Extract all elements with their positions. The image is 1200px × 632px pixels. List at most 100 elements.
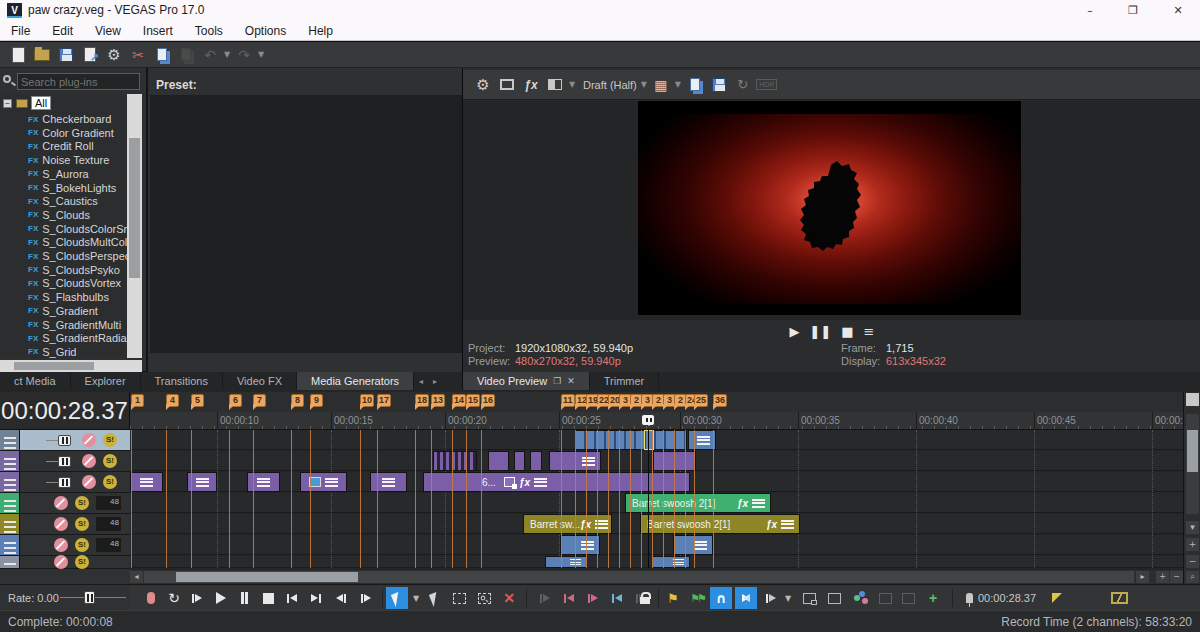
timeline-event[interactable] (688, 430, 716, 450)
timeline-marker-flag[interactable]: 7 (253, 394, 266, 407)
timeline-marker-flag[interactable]: 17 (377, 394, 391, 407)
edit-details-button[interactable] (823, 587, 845, 609)
play-button[interactable] (210, 587, 232, 609)
overlays-button[interactable]: ▦ (649, 73, 673, 97)
ignore-event-grouping-button[interactable] (798, 587, 820, 609)
next-frame-button[interactable] (355, 587, 377, 609)
insert-marker-button[interactable]: ⚑ (662, 587, 684, 609)
plugin-item[interactable]: FXS_Aurora (0, 167, 89, 181)
marker-row[interactable]: 1456789101718131415161112192220323232242… (130, 392, 1183, 412)
playhead-head[interactable] (641, 414, 655, 426)
play-from-start-button[interactable] (186, 587, 208, 609)
plugin-item[interactable]: FXS_CloudsVortex (0, 276, 121, 290)
timeline-event[interactable] (247, 472, 280, 492)
preview-play-button[interactable]: ▶ (790, 324, 800, 339)
close-icon[interactable]: ✕ (567, 376, 575, 386)
tab-scroll-left[interactable]: ◂ (414, 372, 428, 390)
auto-ripple-dropdown[interactable]: ▼ (782, 587, 794, 609)
tab-video-fx[interactable]: Video FX (223, 372, 297, 390)
event-menu-icon[interactable] (581, 540, 594, 551)
overlays-dropdown[interactable]: ▼ (673, 80, 683, 89)
scrollbar-track[interactable] (144, 571, 1134, 583)
solo-icon[interactable]: S! (75, 555, 89, 569)
event-menu-icon[interactable] (196, 477, 209, 488)
timeline-marker-flag[interactable]: 1 (131, 394, 144, 407)
timeline-marker-flag[interactable]: 16 (481, 394, 495, 407)
timeline-marker-flag[interactable]: 8 (291, 394, 304, 407)
plugin-item[interactable]: FXS_Clouds (0, 208, 90, 222)
time-ruler[interactable]: 00:00:1000:00:1500:00:2000:00:2500:00:30… (130, 412, 1183, 430)
timeline-event[interactable] (488, 451, 509, 471)
menu-tools[interactable]: Tools (184, 24, 234, 38)
event-menu-icon[interactable] (257, 477, 270, 488)
mute-icon[interactable] (54, 517, 68, 531)
external-monitor-button[interactable] (495, 73, 519, 97)
timeline-marker-flag[interactable]: 36 (713, 394, 727, 407)
mute-icon[interactable] (54, 555, 68, 569)
timeline-zoom-tool-button[interactable]: ⌕ (1186, 571, 1199, 583)
timeline-event[interactable] (514, 451, 525, 471)
render-as-button[interactable] (78, 44, 102, 66)
mute-icon[interactable] (82, 454, 96, 468)
menu-options[interactable]: Options (234, 24, 297, 38)
pause-button[interactable] (233, 587, 255, 609)
split-trim-start-button[interactable] (558, 587, 580, 609)
new-project-button[interactable] (6, 44, 30, 66)
timeline-marker-flag[interactable]: 15 (466, 394, 480, 407)
mute-icon[interactable] (54, 538, 68, 552)
float-window-icon[interactable]: ❐ (553, 376, 561, 386)
tab-media-generators[interactable]: Media Generators (297, 372, 414, 390)
plugin-item[interactable]: FXS_Grid (0, 345, 76, 358)
copy-snapshot-button[interactable] (683, 73, 707, 97)
go-to-end-button[interactable] (305, 587, 327, 609)
slip-trim-button[interactable] (606, 587, 628, 609)
scrollbar-thumb[interactable] (176, 572, 358, 582)
menu-edit[interactable]: Edit (41, 24, 84, 38)
plugin-tree-horizontal-scrollbar[interactable] (0, 360, 142, 372)
event-menu-icon[interactable] (694, 540, 707, 551)
search-input[interactable] (17, 73, 140, 90)
plugin-tree-vertical-scrollbar[interactable] (127, 94, 142, 358)
event-menu-icon[interactable] (534, 477, 547, 488)
copy-button[interactable] (150, 44, 174, 66)
solo-icon[interactable]: S! (75, 538, 89, 552)
preview-menu-button[interactable]: ≡ (864, 324, 875, 339)
track-header[interactable]: S!48 (0, 535, 130, 556)
menu-insert[interactable]: Insert (132, 24, 184, 38)
project-properties-button[interactable]: ⚙ (102, 44, 126, 66)
open-project-button[interactable] (30, 44, 54, 66)
split-screen-button[interactable] (543, 73, 567, 97)
timeline-corner-button[interactable] (1186, 393, 1199, 406)
timeline-vertical-scrollbar[interactable] (1186, 414, 1199, 514)
event-fx-icon[interactable]: ƒx (766, 519, 777, 530)
track-header[interactable]: S!48 (0, 493, 130, 514)
scrollbar-thumb[interactable] (1187, 430, 1198, 472)
track-grip[interactable] (0, 451, 20, 471)
stop-button[interactable] (257, 587, 279, 609)
plugin-tree-root[interactable]: −All (0, 96, 51, 110)
scrollbar-thumb[interactable] (14, 362, 94, 370)
plugin-item[interactable]: FXColor Gradient (0, 126, 114, 140)
track-grip[interactable] (0, 556, 20, 568)
timeline-horizontal-scrollbar[interactable]: ◂ ▸ + − ⌕ (130, 570, 1183, 584)
delete-button[interactable]: ✕ (498, 587, 520, 609)
preview-pause-button[interactable]: ❚❚ (810, 324, 832, 339)
envelope-indicator[interactable] (1108, 587, 1130, 609)
auto-ripple-button[interactable] (760, 587, 782, 609)
event-menu-icon[interactable] (582, 456, 595, 467)
track-header[interactable]: S! (0, 556, 130, 569)
timeline-marker-flag[interactable]: 5 (191, 394, 204, 407)
timeline-event[interactable] (575, 430, 687, 450)
timeline-event[interactable]: Barret sw...ƒx (523, 514, 612, 534)
plugin-item[interactable]: FXCredit Roll (0, 139, 94, 153)
track-header[interactable]: S! (0, 430, 130, 451)
rate-slider-handle[interactable] (84, 591, 95, 604)
timeline-event[interactable] (545, 556, 587, 568)
scroll-right-button[interactable]: ▸ (1136, 571, 1149, 583)
event-menu-icon[interactable] (382, 477, 395, 488)
zoom-edit-tool-button[interactable] (473, 587, 495, 609)
solo-icon[interactable]: S! (75, 496, 89, 510)
playhead-line[interactable] (648, 430, 649, 568)
timeline-marker-flag[interactable]: 25 (694, 394, 708, 407)
timeline-event[interactable] (433, 451, 477, 471)
